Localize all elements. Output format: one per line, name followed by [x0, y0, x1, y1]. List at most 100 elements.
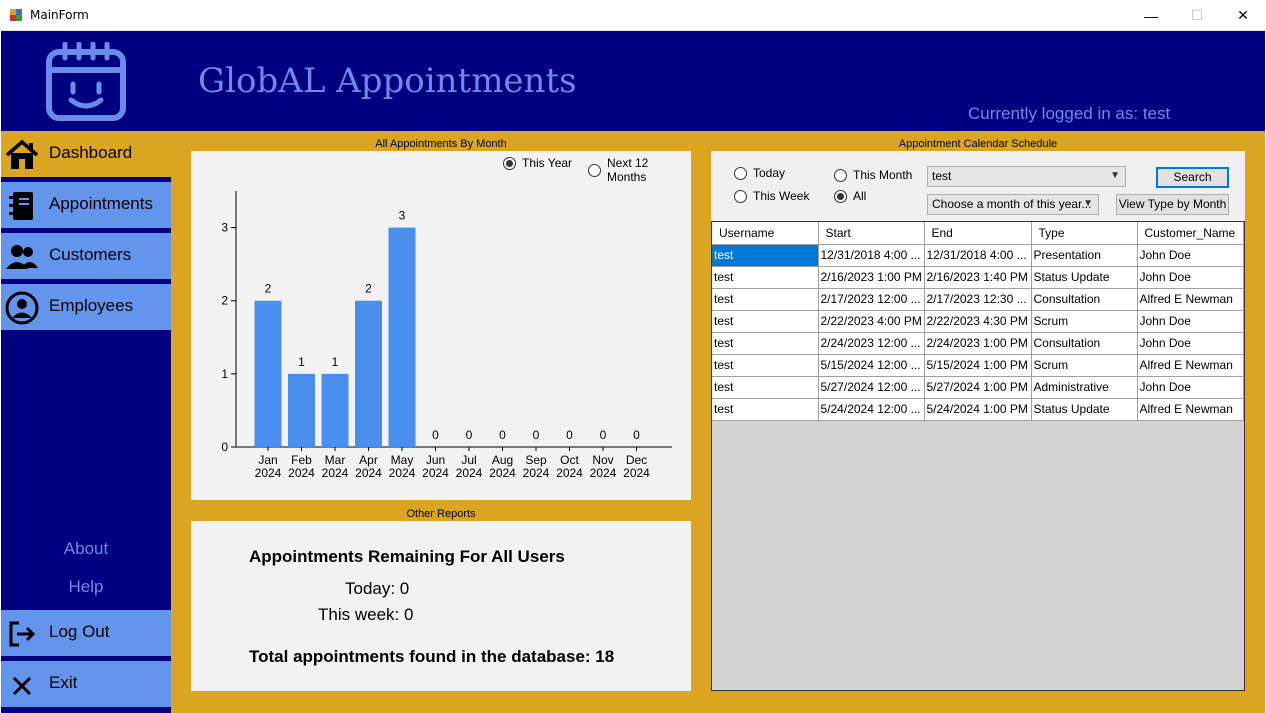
sidebar-item-dashboard[interactable]: Dashboard — [1, 131, 171, 177]
user-combo[interactable]: test ▼ — [927, 166, 1126, 187]
table-row[interactable]: test 5/27/2024 12:00 ... 5/27/2024 1:00 PM… — [712, 376, 1244, 399]
table-cell[interactable]: 2/24/2023 12:00 ... — [818, 332, 925, 355]
table-cell[interactable]: 5/15/2024 1:00 PM — [924, 354, 1032, 377]
data-label: 0 — [499, 428, 506, 442]
table-cell[interactable]: test — [712, 288, 819, 311]
table-cell[interactable]: John Doe — [1137, 310, 1244, 333]
table-cell[interactable]: test — [712, 376, 819, 399]
maximize-button[interactable]: ☐ — [1174, 0, 1220, 31]
table-cell[interactable]: test — [712, 354, 819, 377]
table-cell[interactable]: Alfred E Newman — [1137, 354, 1244, 377]
table-cell[interactable]: 12/31/2018 4:00 ... — [818, 244, 925, 267]
table-cell[interactable]: 2/16/2023 1:40 PM — [924, 266, 1032, 289]
search-button[interactable]: Search — [1156, 167, 1229, 188]
radio-this-month[interactable]: This Month — [834, 168, 912, 182]
x-tick-label: Aug 2024 — [489, 453, 516, 480]
radio-all[interactable]: All — [834, 189, 866, 203]
table-cell[interactable]: test — [712, 398, 819, 421]
logout-icon — [9, 621, 36, 647]
data-label: 2 — [265, 282, 272, 296]
month-combo[interactable]: Choose a month of this year... ▼ — [927, 194, 1099, 215]
x-tick-label: Apr 2024 — [355, 453, 382, 480]
table-cell[interactable]: Alfred E Newman — [1137, 398, 1244, 421]
table-cell[interactable]: Scrum — [1031, 310, 1138, 333]
table-cell[interactable]: test — [712, 332, 819, 355]
exit-button[interactable]: Exit — [1, 661, 171, 707]
table-row[interactable]: test 2/24/2023 12:00 ... 2/24/2023 1:00 PM… — [712, 332, 1244, 355]
table-row[interactable]: test 2/22/2023 4:00 PM 2/22/2023 4:30 PM Sc… — [712, 310, 1244, 333]
table-cell[interactable]: 2/17/2023 12:00 ... — [818, 288, 925, 311]
x-tick-label: Dec 2024 — [623, 453, 650, 480]
radio-dot — [734, 189, 747, 203]
table-cell[interactable]: 2/22/2023 4:00 PM — [818, 310, 925, 333]
column-header[interactable]: End — [924, 222, 1032, 245]
table-cell[interactable]: Status Update — [1031, 398, 1138, 421]
month-combo-value: Choose a month of this year... — [932, 197, 1092, 211]
radio-dot — [834, 189, 847, 203]
x-tick-label: Nov 2024 — [590, 453, 617, 480]
table-row[interactable]: test 5/24/2024 12:00 ... 5/24/2024 1:00 PM… — [712, 398, 1244, 421]
view-type-by-month-button[interactable]: View Type by Month — [1116, 194, 1229, 215]
appointments-grid[interactable]: Username Start End Type Customer_Name test 12… — [711, 221, 1245, 691]
column-header[interactable]: Username — [712, 222, 819, 245]
table-row[interactable]: test 2/16/2023 1:00 PM 2/16/2023 1:40 PM St… — [712, 266, 1244, 289]
user-combo-value: test — [932, 169, 952, 183]
table-row[interactable]: test 2/17/2023 12:00 ... 2/17/2023 12:30 .… — [712, 288, 1244, 311]
table-cell[interactable]: 12/31/2018 4:00 ... — [924, 244, 1032, 267]
sidebar-item-appointments[interactable]: Appointments — [1, 182, 171, 228]
sidebar-item-label: Employees — [49, 296, 134, 315]
table-row[interactable]: test 12/31/2018 4:00 ... 12/31/2018 4:00 .… — [712, 244, 1244, 267]
x-tick-label: May 2024 — [389, 453, 416, 480]
table-cell[interactable]: 2/22/2023 4:30 PM — [924, 310, 1032, 333]
help-link[interactable]: Help — [1, 577, 171, 597]
table-cell[interactable]: John Doe — [1137, 244, 1244, 267]
radio-today[interactable]: Today — [734, 166, 785, 180]
data-label: 0 — [533, 428, 540, 442]
y-tick-label: 2 — [221, 294, 228, 308]
minimize-button[interactable]: — — [1128, 0, 1174, 31]
data-label: 0 — [466, 428, 473, 442]
table-cell[interactable]: Presentation — [1031, 244, 1138, 267]
app-header: GlobAL Appointments Currently logged in … — [1, 31, 1265, 131]
table-cell[interactable]: 5/24/2024 1:00 PM — [924, 398, 1032, 421]
sidebar-item-customers[interactable]: Customers — [1, 233, 171, 279]
table-cell[interactable]: test — [712, 244, 819, 267]
table-cell[interactable]: test — [712, 310, 819, 333]
table-cell[interactable]: John Doe — [1137, 266, 1244, 289]
logout-button[interactable]: Log Out — [1, 610, 171, 656]
table-cell[interactable]: Scrum — [1031, 354, 1138, 377]
table-cell[interactable]: 5/24/2024 12:00 ... — [818, 398, 925, 421]
other-reports-panel: Appointments Remaining For All Users Tod… — [191, 521, 691, 691]
sidebar-item-label: Customers — [49, 245, 132, 264]
table-cell[interactable]: 2/24/2023 1:00 PM — [924, 332, 1032, 355]
table-cell[interactable]: test — [712, 266, 819, 289]
table-cell[interactable]: Consultation — [1031, 288, 1138, 311]
table-cell[interactable]: John Doe — [1137, 376, 1244, 399]
data-label: 0 — [633, 428, 640, 442]
radio-this-week[interactable]: This Week — [734, 189, 809, 203]
table-cell[interactable]: Administrative — [1031, 376, 1138, 399]
table-cell[interactable]: Alfred E Newman — [1137, 288, 1244, 311]
column-header[interactable]: Type — [1031, 222, 1138, 245]
table-cell[interactable]: Status Update — [1031, 266, 1138, 289]
table-cell[interactable]: John Doe — [1137, 332, 1244, 355]
column-header[interactable]: Start — [818, 222, 925, 245]
table-cell[interactable]: 2/17/2023 12:30 ... — [924, 288, 1032, 311]
table-header-row: Username Start End Type Customer_Name — [712, 222, 1244, 245]
close-button[interactable]: ✕ — [1220, 0, 1266, 31]
table-cell[interactable]: 5/15/2024 12:00 ... — [818, 354, 925, 377]
data-label: 0 — [432, 428, 439, 442]
appointments-bar-chart: 0 1 2 3 2 Jan 2024 1 Feb 2024 1 Mar 2024 2 Apr 2024 3 May… — [221, 191, 672, 480]
about-link[interactable]: About — [1, 539, 171, 559]
sidebar-item-employees[interactable]: Employees — [1, 284, 171, 330]
table-cell[interactable]: 2/16/2023 1:00 PM — [818, 266, 925, 289]
table-cell[interactable]: Consultation — [1031, 332, 1138, 355]
table-cell[interactable]: 5/27/2024 12:00 ... — [818, 376, 925, 399]
table-cell[interactable]: 5/27/2024 1:00 PM — [924, 376, 1032, 399]
chevron-down-icon: ▼ — [1110, 170, 1120, 181]
x-tick-label: Feb 2024 — [288, 453, 315, 480]
x-tick-label: Jul 2024 — [456, 453, 483, 480]
column-header[interactable]: Customer_Name — [1137, 222, 1244, 245]
exit-label: Exit — [49, 673, 78, 692]
table-row[interactable]: test 5/15/2024 12:00 ... 5/15/2024 1:00 PM… — [712, 354, 1244, 377]
